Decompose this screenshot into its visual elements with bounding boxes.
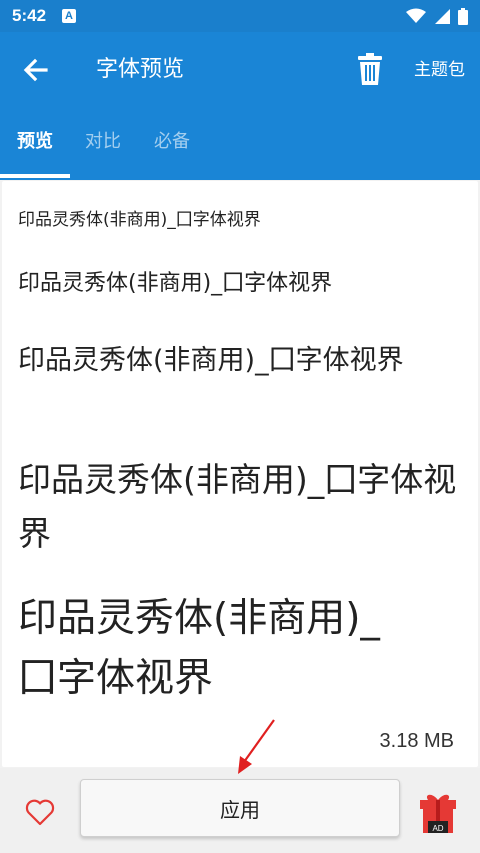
gift-ad-label: AD [432,824,443,833]
heart-icon[interactable] [25,798,55,826]
app-bar: 字体预览 主题包 [0,32,480,108]
apply-button[interactable]: 应用 [80,779,400,837]
trash-icon[interactable] [356,52,384,86]
status-time: 5:42 [12,6,47,25]
theme-pack-button[interactable]: 主题包 [414,59,465,81]
signal-icon [435,9,450,24]
tab-bar: 预览 对比 必备 [0,108,480,180]
preview-sample-4: 印品灵秀体(非商用)_囗字体视界 [18,460,457,553]
font-preview-card: 印品灵秀体(非商用)_囗字体视界 印品灵秀体(非商用)_囗字体视界 印品灵秀体(… [2,181,478,767]
preview-sample-1: 印品灵秀体(非商用)_囗字体视界 [18,210,261,230]
page-title: 字体预览 [96,57,185,82]
tab-indicator [0,174,70,178]
wifi-icon [406,8,426,23]
status-icons [406,7,468,25]
back-arrow-icon[interactable] [20,54,52,86]
status-bar: 5:42 A [0,0,480,32]
gift-ad-icon[interactable]: AD [418,790,458,834]
preview-sample-2: 印品灵秀体(非商用)_囗字体视界 [18,271,333,296]
notification-icon: A [62,9,77,23]
preview-sample-5: 印品灵秀体(非商用)_囗字体视界 [18,596,380,701]
preview-sample-3: 印品灵秀体(非商用)_囗字体视界 [18,345,404,376]
tab-essentials[interactable]: 必备 [154,130,190,154]
tab-preview[interactable]: 预览 [17,130,53,154]
file-size-label: 3.18 MB [379,730,454,752]
tab-compare[interactable]: 对比 [85,130,121,154]
bottom-bar: 应用 AD [0,768,480,853]
battery-icon [458,7,468,25]
